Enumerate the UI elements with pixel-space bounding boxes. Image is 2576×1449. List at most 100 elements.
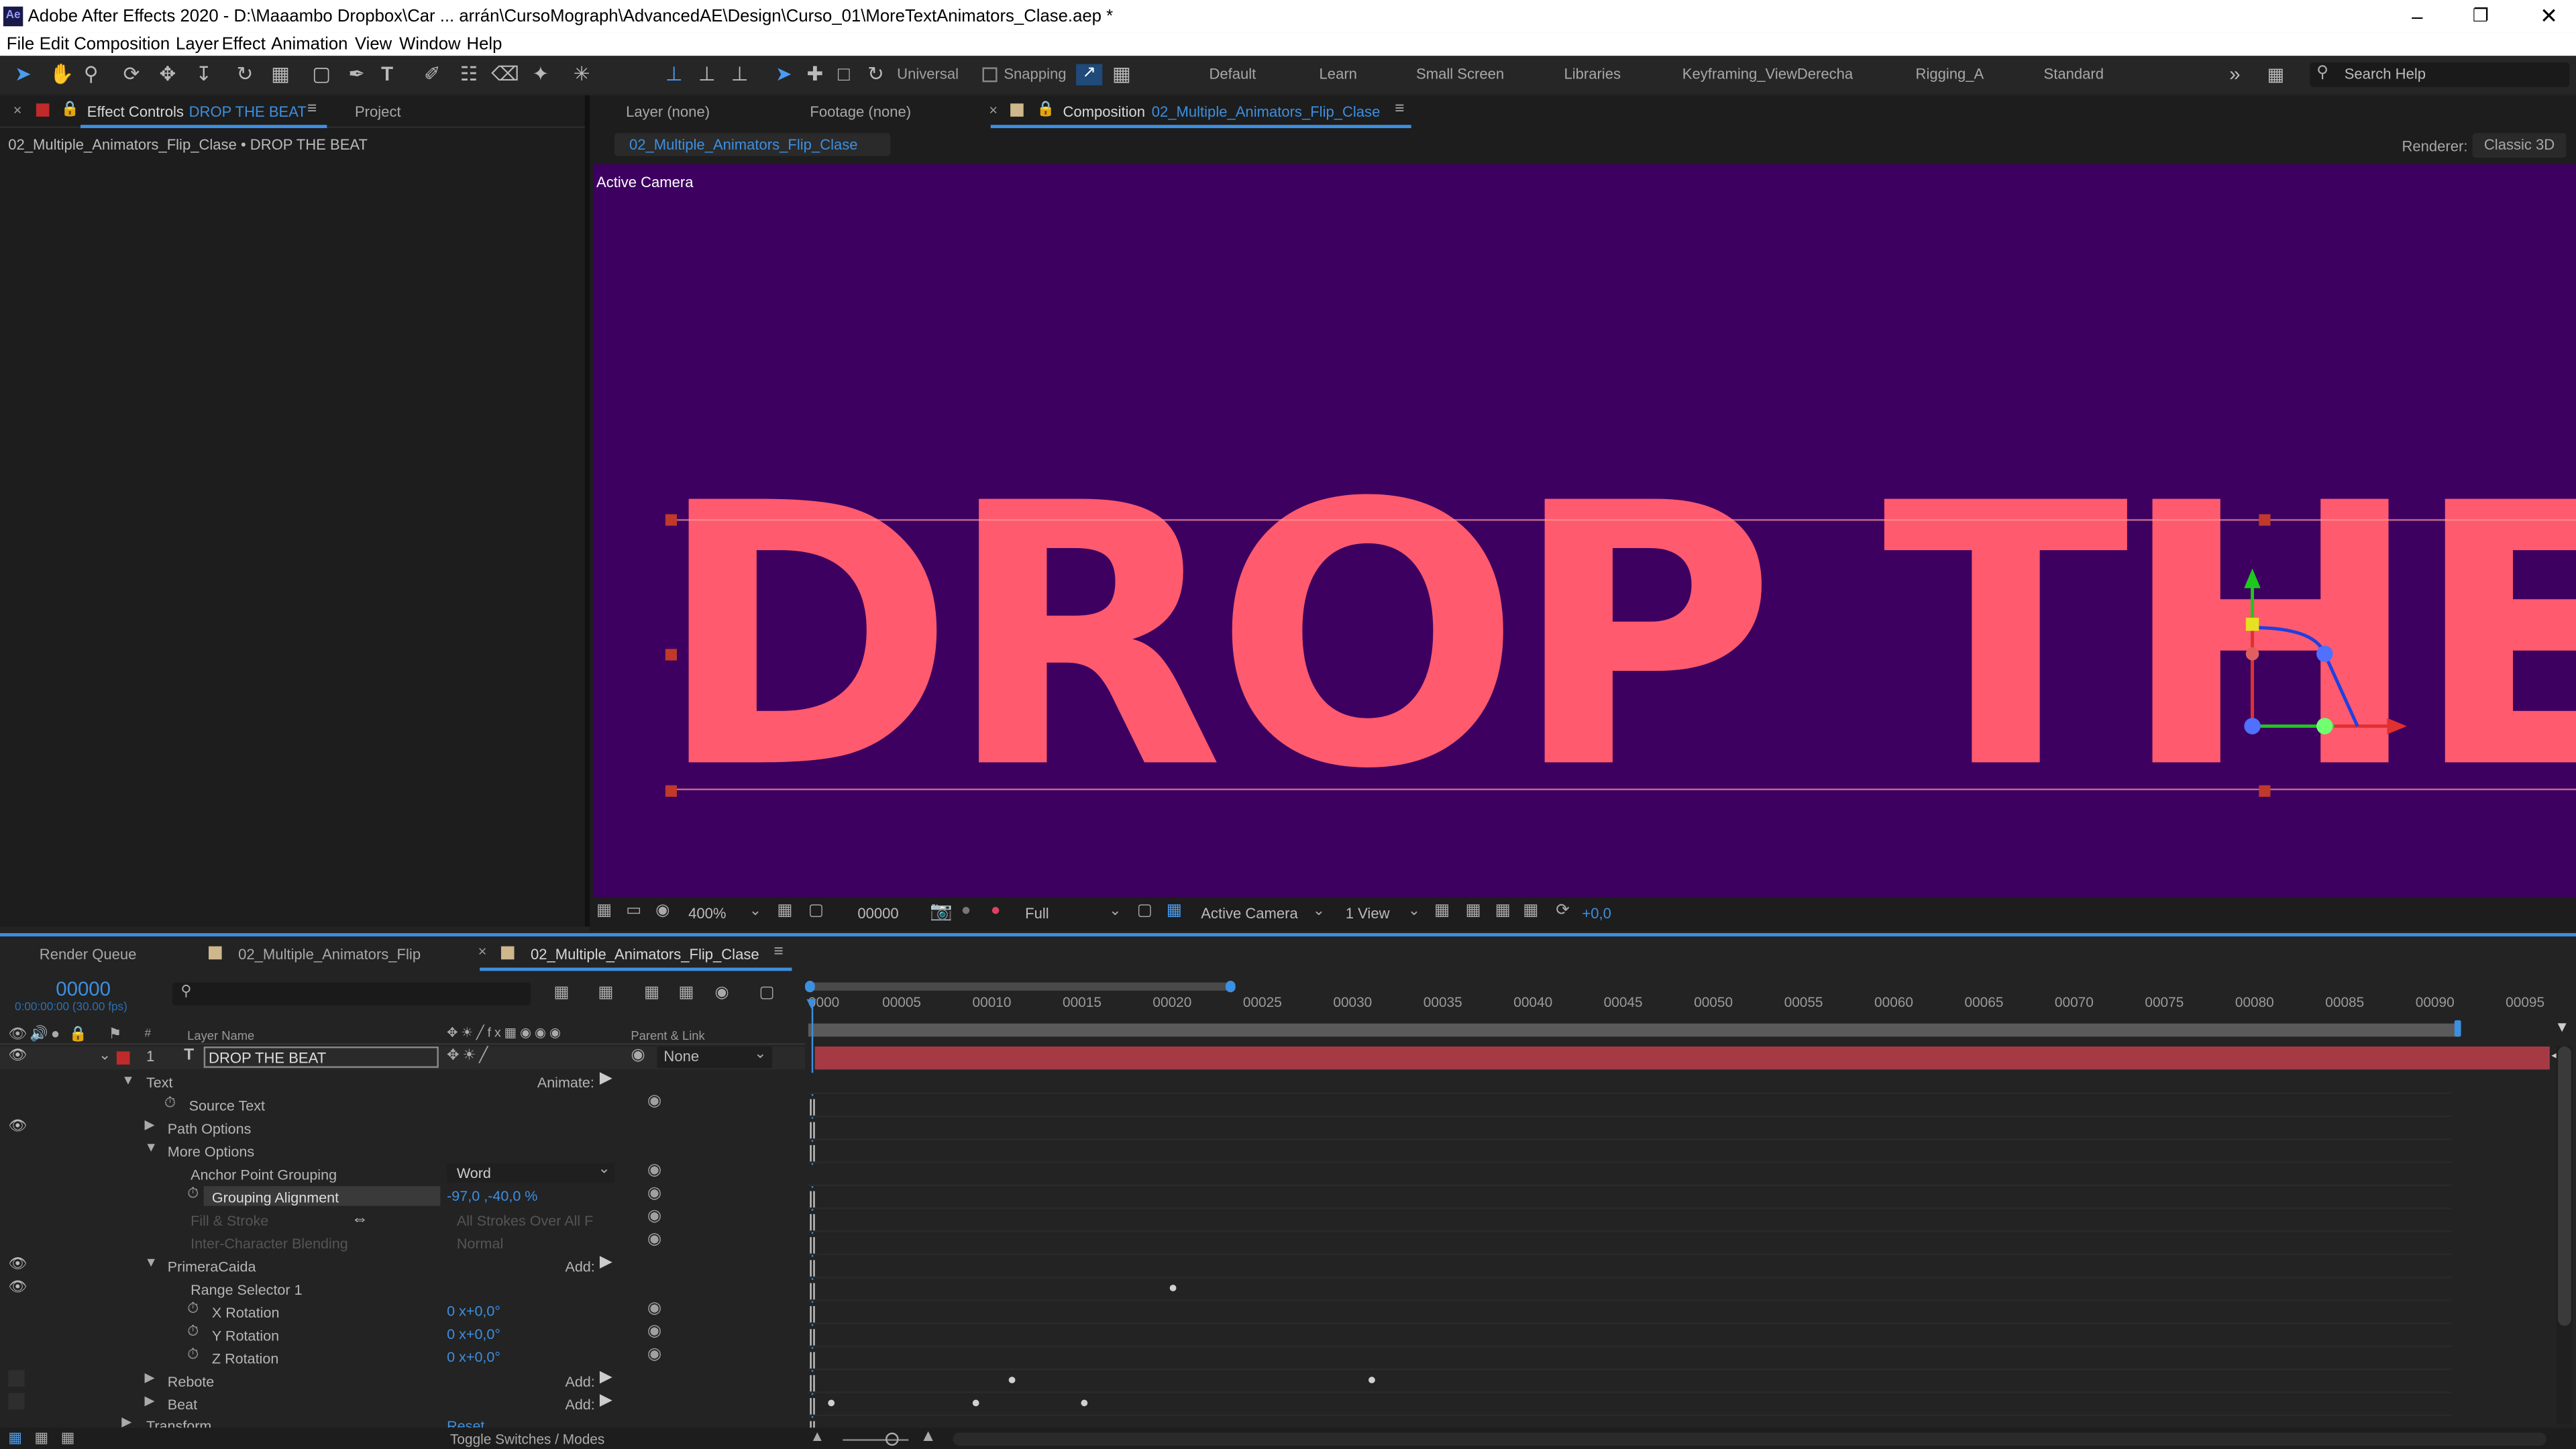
bbox-handle-br[interactable] bbox=[2259, 785, 2271, 797]
footage-tab[interactable]: Footage (none) bbox=[810, 103, 911, 119]
current-time-value[interactable]: 00000 bbox=[857, 905, 898, 921]
x-rotation-stopwatch-icon[interactable]: ⏱ bbox=[187, 1299, 199, 1318]
snap-grid-icon[interactable]: ▦ bbox=[1112, 62, 1131, 85]
keyframe-nav-icon[interactable] bbox=[810, 1283, 815, 1300]
animator1-visibility-icon[interactable]: 👁 bbox=[8, 1255, 27, 1273]
flowchart-icon[interactable]: ▦ bbox=[1523, 902, 1538, 920]
view-chevron-down-icon[interactable]: ⌄ bbox=[1313, 902, 1325, 920]
keyframe[interactable] bbox=[1081, 1399, 1088, 1407]
comp-mini-flowchart-icon[interactable]: ▦ bbox=[553, 984, 569, 1002]
layer-visibility-icon[interactable]: 👁 bbox=[8, 1046, 27, 1065]
label-tag-icon[interactable]: ⚑ bbox=[109, 1025, 122, 1043]
layer-switches-icons[interactable]: ✥☀╱ bbox=[447, 1046, 491, 1065]
zoom-chevron-down-icon[interactable]: ⌄ bbox=[749, 902, 761, 920]
text-expand-icon[interactable]: ▼ bbox=[121, 1073, 134, 1087]
menu-animation[interactable]: Animation bbox=[271, 33, 347, 56]
clone-tool-icon[interactable]: ☷ bbox=[460, 62, 478, 85]
menu-composition[interactable]: Composition bbox=[74, 33, 170, 56]
3d-axis-gizmo[interactable] bbox=[2220, 559, 2417, 756]
menu-edit[interactable]: Edit bbox=[40, 33, 69, 56]
always-preview-icon[interactable]: ▦ bbox=[596, 902, 612, 920]
prop-range-selector[interactable]: Range Selector 1 bbox=[191, 1281, 302, 1297]
source-text-pickwhip-icon[interactable]: ◉ bbox=[647, 1093, 661, 1111]
y-rotation-pickwhip-icon[interactable]: ◉ bbox=[647, 1322, 661, 1340]
path-options-visibility-icon[interactable]: 👁 bbox=[8, 1117, 27, 1135]
comp-subtab[interactable]: 02_Multiple_Animators_Flip_Clase bbox=[614, 133, 891, 156]
toggle-pixel-icon[interactable]: ▦ bbox=[1434, 902, 1450, 920]
lock-icon[interactable]: 🔒 bbox=[61, 100, 79, 118]
animator3-expand-icon[interactable]: ▶ bbox=[145, 1393, 155, 1408]
prop-animator-primera[interactable]: PrimeraCaida bbox=[168, 1258, 256, 1275]
playhead-handle-icon[interactable]: ▼ bbox=[804, 996, 820, 1014]
workspace-menu-icon[interactable]: ▦ bbox=[2267, 64, 2284, 85]
composition-tab-name[interactable]: 02_Multiple_Animators_Flip_Clase bbox=[1152, 103, 1381, 119]
snapshot-icon[interactable]: 📷 bbox=[930, 900, 953, 922]
prop-z-rotation[interactable]: Z Rotation bbox=[212, 1350, 278, 1366]
motion-blur-icon[interactable]: ◉ bbox=[714, 984, 729, 1002]
mask-icon[interactable]: ▢ bbox=[808, 902, 824, 920]
keyframe-nav-icon[interactable] bbox=[810, 1352, 815, 1369]
keyframe-nav-icon[interactable] bbox=[810, 1398, 815, 1415]
prop-x-rotation[interactable]: X Rotation bbox=[212, 1305, 280, 1321]
x-rotation-pickwhip-icon[interactable]: ◉ bbox=[647, 1299, 661, 1318]
effect-controls-layer-name[interactable]: DROP THE BEAT bbox=[189, 103, 307, 119]
layer-expand-icon[interactable]: ⌄ bbox=[99, 1046, 111, 1065]
keyframe-nav-icon[interactable] bbox=[810, 1329, 815, 1346]
search-help-box[interactable]: ⚲ Search Help bbox=[2310, 62, 2570, 87]
anchor-tool-icon[interactable]: ▦ bbox=[271, 62, 290, 85]
workspace-small-screen[interactable]: Small Screen bbox=[1416, 66, 1504, 82]
animator3-add-icon[interactable]: ▶ bbox=[600, 1391, 612, 1409]
animator2-expand-icon[interactable]: ▶ bbox=[145, 1370, 155, 1385]
layer-tab[interactable]: Layer (none) bbox=[626, 103, 710, 119]
views-chevron-down-icon[interactable]: ⌄ bbox=[1408, 902, 1420, 920]
eraser-tool-icon[interactable]: ⌫ bbox=[491, 62, 519, 85]
workspace-libraries[interactable]: Libraries bbox=[1564, 66, 1621, 82]
shy-icon[interactable]: ▦ bbox=[644, 984, 659, 1002]
universal-label[interactable]: Universal bbox=[897, 66, 959, 82]
prop-animator-rebote[interactable]: Rebote bbox=[168, 1373, 214, 1389]
animator2-add-icon[interactable]: ▶ bbox=[600, 1368, 612, 1387]
keyframe-nav-icon[interactable] bbox=[810, 1214, 815, 1231]
project-tab[interactable]: Project bbox=[355, 103, 401, 119]
timeline-vertical-scrollbar[interactable] bbox=[2556, 1046, 2573, 1425]
comp-tab-close-icon[interactable]: × bbox=[989, 102, 998, 118]
prop-more-options[interactable]: More Options bbox=[168, 1144, 254, 1160]
keyframe[interactable] bbox=[1368, 1377, 1375, 1384]
workspace-keyframing[interactable]: Keyframing_ViewDerecha bbox=[1682, 66, 1853, 82]
z-rotation-value[interactable]: 0 x+0,0° bbox=[447, 1349, 500, 1365]
resolution-chevron-down-icon[interactable]: ⌄ bbox=[1109, 902, 1121, 920]
col-layer-name[interactable]: Layer Name bbox=[187, 1028, 254, 1043]
layer-duration-bar[interactable] bbox=[814, 1046, 2550, 1070]
grouping-alignment-stopwatch-icon[interactable]: ⏱ bbox=[187, 1185, 199, 1203]
keyframe[interactable] bbox=[828, 1399, 835, 1407]
render-queue-tab[interactable]: Render Queue bbox=[40, 947, 137, 963]
graph-editor-icon[interactable]: ▢ bbox=[759, 984, 774, 1002]
workspace-default[interactable]: Default bbox=[1209, 66, 1256, 82]
keyframe-nav-icon[interactable] bbox=[810, 1260, 815, 1277]
parent-pickwhip-icon[interactable]: ◉ bbox=[631, 1046, 645, 1065]
prop-path-options[interactable]: Path Options bbox=[168, 1120, 252, 1136]
rotate-tool-icon[interactable]: ↻ bbox=[237, 62, 254, 85]
view-axis-icon[interactable]: ⊥ bbox=[731, 62, 749, 85]
universal-move-icon[interactable]: ✚ bbox=[806, 62, 823, 85]
grouping-alignment-pickwhip-icon[interactable]: ◉ bbox=[647, 1185, 661, 1203]
menu-effect[interactable]: Effect bbox=[222, 33, 266, 56]
channels-icon[interactable]: ● bbox=[991, 902, 1001, 920]
comp2-tab[interactable]: 02_Multiple_Animators_Flip_Clase bbox=[531, 947, 759, 963]
universal-rotate-icon[interactable]: ↻ bbox=[867, 62, 884, 85]
keyframe[interactable] bbox=[972, 1399, 979, 1407]
bbox-handle-ml[interactable] bbox=[665, 649, 677, 661]
prop-text[interactable]: Text bbox=[146, 1075, 173, 1091]
timeline-search-input[interactable]: ⚲ bbox=[172, 982, 531, 1006]
bbox-handle-tl[interactable] bbox=[665, 514, 677, 526]
pen-tool-icon[interactable]: ✒ bbox=[348, 62, 365, 85]
toggle-switches-modes[interactable]: Toggle Switches / Modes bbox=[450, 1431, 604, 1447]
timeline-panel-menu-icon[interactable]: ≡ bbox=[773, 943, 783, 961]
col-parent-link[interactable]: Parent & Link bbox=[631, 1028, 704, 1043]
transfer-controls-icon[interactable]: ▦ bbox=[34, 1430, 48, 1448]
z-rotation-pickwhip-icon[interactable]: ◉ bbox=[647, 1346, 661, 1364]
keyframe-nav-icon[interactable] bbox=[810, 1375, 815, 1392]
dolly-tool-icon[interactable]: ↧ bbox=[195, 62, 212, 85]
layer-switches-toggle-icon[interactable]: ▦ bbox=[8, 1430, 22, 1448]
prop-animator-beat[interactable]: Beat bbox=[168, 1397, 197, 1413]
